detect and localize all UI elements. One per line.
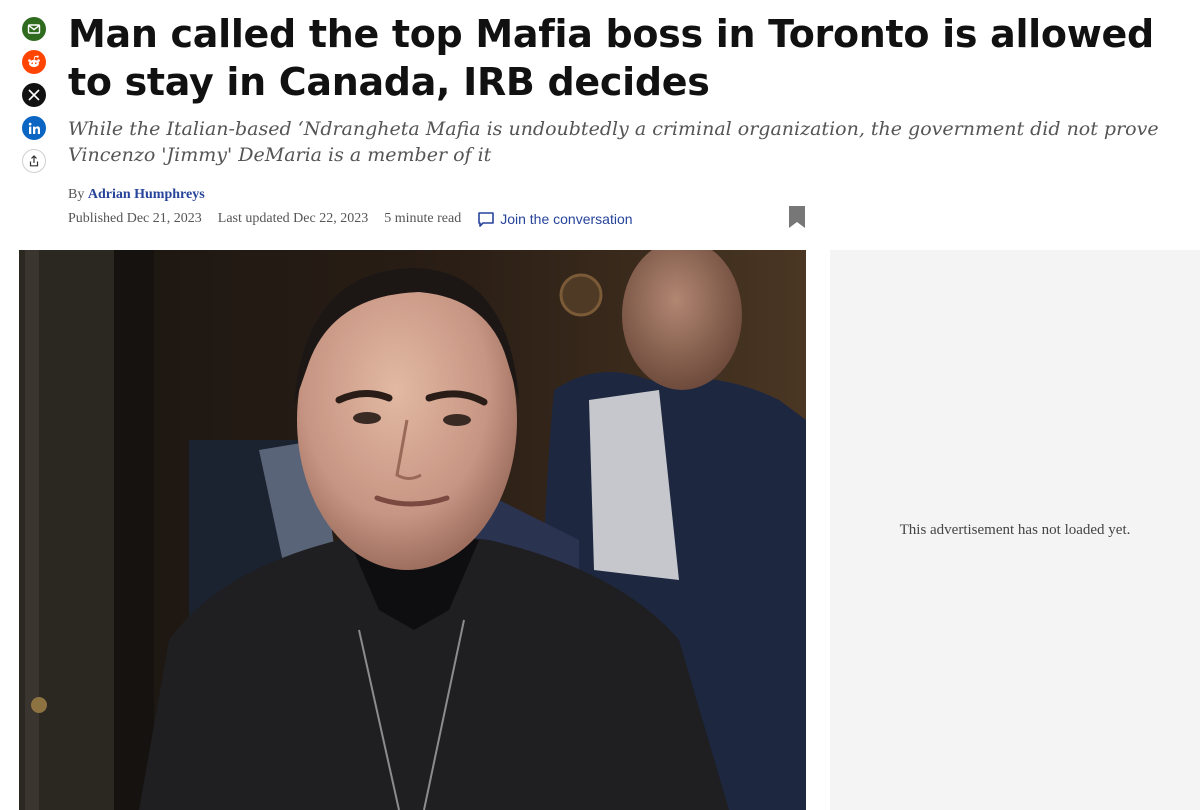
join-conversation-label: Join the conversation [500, 211, 633, 227]
x-icon [28, 89, 40, 101]
comment-icon [478, 211, 495, 227]
reddit-share-button[interactable] [22, 50, 46, 74]
article-deck: While the Italian-based ‘Ndrangheta Mafi… [68, 118, 1159, 166]
advertisement-placeholder: This advertisement has not loaded yet. [830, 250, 1200, 810]
share-icon [29, 155, 39, 167]
bookmark-button[interactable] [788, 205, 806, 234]
byline-prefix: By [68, 187, 85, 202]
read-time: 5 minute read [384, 211, 462, 226]
email-share-button[interactable] [22, 17, 46, 41]
headline: Man called the top Mafia boss in Toronto… [68, 12, 1154, 104]
published-date: Published Dec 21, 2023 [68, 211, 202, 226]
photo-image [19, 250, 806, 810]
byline: By Adrian Humphreys [68, 187, 205, 203]
more-share-button[interactable] [22, 149, 46, 173]
linkedin-share-button[interactable] [22, 116, 46, 140]
updated-date: Last updated Dec 22, 2023 [217, 211, 369, 226]
email-icon [27, 24, 41, 34]
ad-message: This advertisement has not loaded yet. [899, 521, 1131, 538]
linkedin-icon [28, 122, 40, 134]
join-conversation-link[interactable]: Join the conversation [477, 211, 633, 228]
article-photo [19, 250, 806, 810]
article-meta: Published Dec 21, 2023 Last updated Dec … [68, 210, 633, 228]
x-share-button[interactable] [22, 83, 46, 107]
bookmark-icon [789, 206, 805, 228]
reddit-icon [28, 55, 40, 68]
author-link[interactable]: Adrian Humphreys [88, 187, 205, 202]
share-bar [22, 17, 46, 182]
